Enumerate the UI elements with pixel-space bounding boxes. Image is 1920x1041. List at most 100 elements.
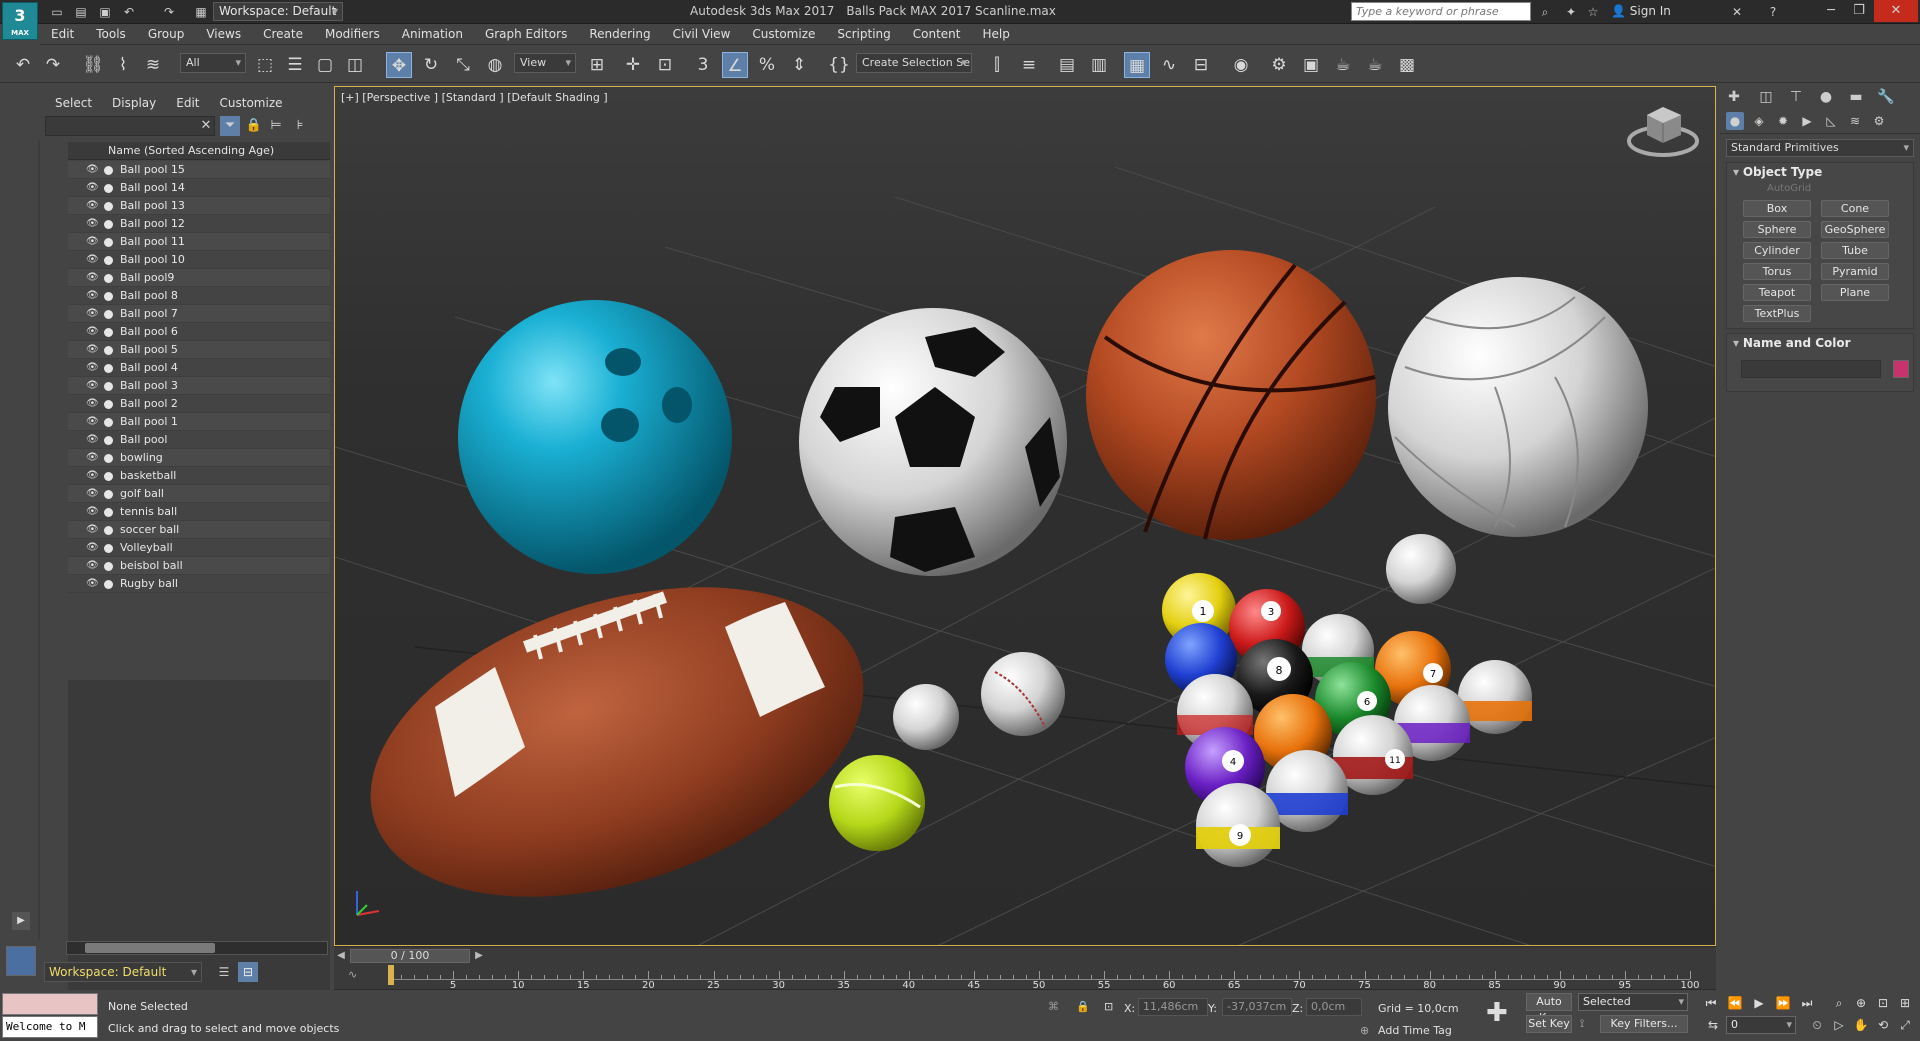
volleyball[interactable] xyxy=(1388,277,1648,537)
eye-icon[interactable]: 👁 xyxy=(86,431,99,449)
display-tab-icon[interactable]: ▬ xyxy=(1846,88,1866,106)
list-item[interactable]: 👁 Ball pool 1 xyxy=(68,413,330,431)
key-mode-toggle-icon[interactable]: ⇆ xyxy=(1704,1016,1722,1034)
render-production-icon[interactable]: ☕ xyxy=(1330,52,1356,78)
freeze-dot-icon[interactable] xyxy=(104,472,113,481)
eye-icon[interactable]: 👁 xyxy=(86,467,99,485)
freeze-dot-icon[interactable] xyxy=(104,220,113,229)
search-input[interactable]: Type a keyword or phrase xyxy=(1351,2,1531,21)
eye-icon[interactable]: 👁 xyxy=(86,395,99,413)
keyboard-shortcut-icon[interactable]: ⊡ xyxy=(652,52,678,78)
layers-sort-icon[interactable]: ⊧ xyxy=(290,116,310,136)
hierarchy-icon[interactable]: ⊨ xyxy=(266,116,286,136)
previous-frame-icon[interactable]: ⏪ xyxy=(1726,994,1744,1012)
list-item[interactable]: 👁 Ball pool 4 xyxy=(68,359,330,377)
maxscript-listener-output[interactable] xyxy=(2,993,98,1015)
eye-icon[interactable]: 👁 xyxy=(86,359,99,377)
project-folder-icon[interactable]: ▦ xyxy=(192,3,210,21)
freeze-dot-icon[interactable] xyxy=(104,328,113,337)
set-key-icon[interactable]: ⟟ xyxy=(1580,1017,1584,1031)
tube-button[interactable]: Tube xyxy=(1821,242,1889,259)
list-item[interactable]: 👁 Ball pool 15 xyxy=(68,161,330,179)
auto-key-button[interactable]: Auto Key xyxy=(1526,993,1572,1024)
named-selection-dropdown[interactable]: Create Selection Se xyxy=(856,53,972,73)
manipulate-icon[interactable]: ✛ xyxy=(620,52,646,78)
systems-icon[interactable]: ⚙ xyxy=(1870,112,1888,130)
time-prev-arrow-icon[interactable]: ◀ xyxy=(334,948,348,964)
scene-explorer-scrollbar[interactable] xyxy=(66,941,328,955)
eye-icon[interactable]: 👁 xyxy=(86,269,99,287)
clear-filter-icon[interactable]: ✕ xyxy=(196,116,216,136)
set-key-button[interactable]: Set Key xyxy=(1526,1015,1572,1033)
eye-icon[interactable]: 👁 xyxy=(86,341,99,359)
freeze-dot-icon[interactable] xyxy=(104,454,113,463)
name-column-header[interactable]: Name (Sorted Ascending Age) xyxy=(68,142,330,160)
list-item[interactable]: 👁 Ball pool xyxy=(68,431,330,449)
key-icon[interactable]: ✚ xyxy=(1486,998,1508,1028)
app-logo[interactable]: 3 MAX xyxy=(2,2,38,40)
time-slider[interactable]: 0 / 100 xyxy=(350,949,470,963)
geosphere-button[interactable]: GeoSphere xyxy=(1821,221,1889,238)
select-move-icon[interactable]: ✥ xyxy=(386,52,412,78)
create-tab-icon[interactable]: ✚ xyxy=(1724,88,1744,106)
box-button[interactable]: Box xyxy=(1743,200,1811,217)
freeze-dot-icon[interactable] xyxy=(104,400,113,409)
list-item[interactable]: 👁 Volleyball xyxy=(68,539,330,557)
list-item[interactable]: 👁 soccer ball xyxy=(68,521,330,539)
golf-ball[interactable] xyxy=(893,684,959,750)
teapot-button[interactable]: Teapot xyxy=(1743,284,1811,301)
eye-icon[interactable]: 👁 xyxy=(86,161,99,179)
list-item[interactable]: 👁 Ball pool 5 xyxy=(68,341,330,359)
y-coordinate-field[interactable]: -37,037cm xyxy=(1222,998,1292,1016)
isolate-selection-icon[interactable]: ⌘ xyxy=(1048,1000,1059,1013)
sphere-button[interactable]: Sphere xyxy=(1743,221,1811,238)
freeze-dot-icon[interactable] xyxy=(104,184,113,193)
menu-tools[interactable]: Tools xyxy=(85,24,137,45)
list-item[interactable]: 👁 Ball pool 11 xyxy=(68,233,330,251)
object-color-swatch[interactable] xyxy=(1893,360,1909,378)
cameras-icon[interactable]: ▶ xyxy=(1798,112,1816,130)
edit-named-selection-icon[interactable]: {} xyxy=(826,52,852,78)
filter-toggle-icon[interactable]: ⏷ xyxy=(220,116,240,136)
scrollbar-thumb[interactable] xyxy=(85,943,215,953)
se-menu-customize[interactable]: Customize xyxy=(220,94,283,112)
rectangular-selection-icon[interactable]: ▢ xyxy=(312,52,338,78)
pivot-center-icon[interactable]: ⊞ xyxy=(584,52,610,78)
viewcube-icon[interactable] xyxy=(1625,97,1701,159)
menu-help[interactable]: Help xyxy=(972,24,1021,45)
object-type-title[interactable]: Object Type xyxy=(1727,163,1913,181)
mini-curve-editor-icon[interactable]: ∿ xyxy=(348,968,357,981)
menu-scripting[interactable]: Scripting xyxy=(826,24,901,45)
textplus-button[interactable]: TextPlus xyxy=(1743,305,1811,322)
lights-icon[interactable]: ✹ xyxy=(1774,112,1792,130)
freeze-dot-icon[interactable] xyxy=(104,238,113,247)
percent-snap-icon[interactable]: % xyxy=(754,52,780,78)
zoom-extents-icon[interactable]: ⊡ xyxy=(1874,994,1892,1012)
exchange-icon[interactable]: ✕ xyxy=(1728,3,1746,21)
cue-ball[interactable] xyxy=(1386,534,1456,604)
go-to-end-icon[interactable]: ⏭ xyxy=(1798,994,1816,1012)
eye-icon[interactable]: 👁 xyxy=(86,575,99,593)
angle-snap-icon[interactable]: ∠ xyxy=(722,52,748,78)
freeze-dot-icon[interactable] xyxy=(104,310,113,319)
list-item[interactable]: 👁 basketball xyxy=(68,467,330,485)
save-file-icon[interactable]: ▣ xyxy=(96,3,114,21)
freeze-dot-icon[interactable] xyxy=(104,382,113,391)
bind-spacewarp-icon[interactable]: ≋ xyxy=(140,52,166,78)
freeze-dot-icon[interactable] xyxy=(104,562,113,571)
modify-tab-icon[interactable]: ◫ xyxy=(1756,88,1776,106)
rendered-frame-icon[interactable]: ▣ xyxy=(1298,52,1324,78)
open-file-icon[interactable]: ▤ xyxy=(72,3,90,21)
menu-group[interactable]: Group xyxy=(137,24,196,45)
material-editor-icon[interactable]: ◉ xyxy=(1228,52,1254,78)
eye-icon[interactable]: 👁 xyxy=(86,251,99,269)
hierarchy-tab-icon[interactable]: ⊤ xyxy=(1786,88,1806,106)
menu-customize[interactable]: Customize xyxy=(741,24,826,45)
layer-explorer-icon[interactable]: ▥ xyxy=(1086,52,1112,78)
list-item[interactable]: 👁 Ball pool 10 xyxy=(68,251,330,269)
space-warps-icon[interactable]: ≋ xyxy=(1846,112,1864,130)
tennis-ball[interactable] xyxy=(829,755,925,851)
time-cursor[interactable] xyxy=(388,965,394,985)
subscription-icon[interactable]: ✦ xyxy=(1562,3,1580,21)
se-menu-edit[interactable]: Edit xyxy=(176,94,199,112)
